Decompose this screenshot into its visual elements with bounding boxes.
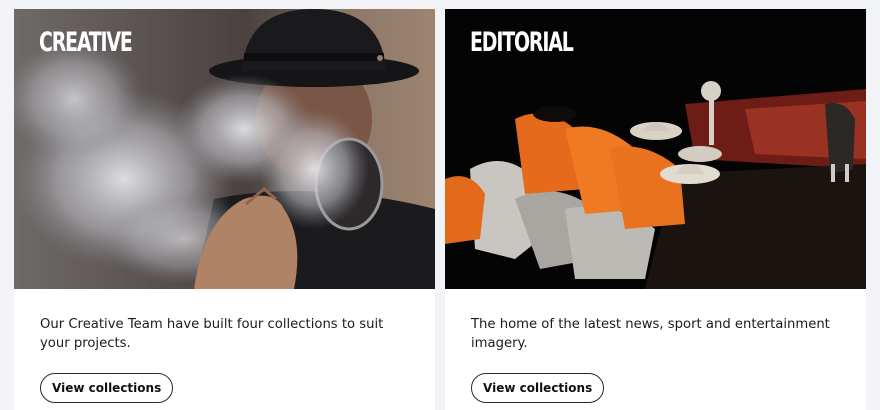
creative-image[interactable]: CREATIVE [14,9,435,289]
creative-card: CREATIVE Our Creative Team have built fo… [14,9,435,410]
editorial-image[interactable]: EDITORIAL [445,9,866,289]
editorial-card: EDITORIAL The home of the latest news, s… [445,9,866,410]
editorial-view-collections-button[interactable]: View collections [471,373,605,403]
collection-cards: CREATIVE Our Creative Team have built fo… [0,0,880,410]
creative-view-collections-button[interactable]: View collections [40,373,174,403]
creative-tag: CREATIVE [39,27,133,58]
editorial-tag: EDITORIAL [470,27,574,58]
editorial-description: The home of the latest news, sport and e… [471,317,830,351]
creative-description: Our Creative Team have built four collec… [40,317,384,351]
